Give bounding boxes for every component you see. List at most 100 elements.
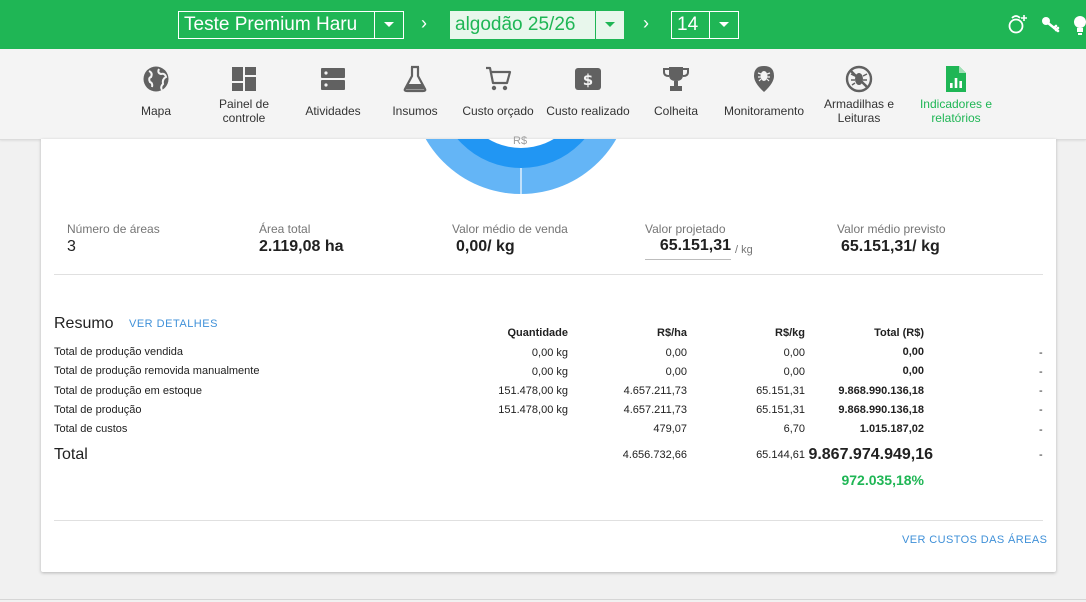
page-bottom-border (0, 599, 1086, 600)
nav-item-atividades[interactable]: Atividades (298, 49, 368, 139)
ver-custos-das-areas-link[interactable]: VER CUSTOS DAS ÁREAS (902, 534, 1047, 546)
total-dash: - (1039, 449, 1043, 461)
cell-dash: - (1039, 385, 1043, 397)
nav-item-painel-de-controle[interactable]: Painel de controle (205, 49, 283, 139)
cell-rs-ha: 4.657.211,73 (623, 404, 687, 416)
cell-total: 1.015.187,02 (859, 423, 924, 435)
key-icon[interactable] (1040, 13, 1062, 40)
donut-chart (425, 139, 617, 194)
top-bar: Teste Premium Haru › algodão 25/26 › 14 (0, 0, 1086, 49)
svg-text:$: $ (583, 71, 593, 89)
flask-icon (402, 63, 428, 95)
valor-medio-previsto-label: Valor médio previsto (837, 222, 946, 236)
valor-projetado-label: Valor projetado (645, 222, 726, 236)
cell-quantidade: 0,00 kg (531, 347, 568, 359)
nav-item-mapa[interactable]: Mapa (126, 49, 186, 139)
donut-center-label: R$ (513, 135, 528, 147)
period-select-value: 14 (677, 14, 699, 35)
cell-dash: - (1039, 404, 1043, 416)
user-add-icon[interactable] (1007, 13, 1029, 40)
valor-projetado-unit: / kg (735, 244, 753, 256)
nav-item-armadilhas-e-leituras[interactable]: Armadilhas e Leituras (818, 49, 900, 139)
dashboard-icon (231, 63, 257, 95)
main-nav: Mapa Painel de controle Atividades Insum… (0, 49, 1086, 140)
row-label: Total de produção vendida (54, 346, 184, 358)
report-icon (944, 63, 968, 95)
period-select[interactable]: 14 (671, 11, 739, 39)
cell-rs-kg: 65.151,31 (756, 404, 805, 416)
chevron-down-icon[interactable] (709, 12, 738, 38)
valor-projetado-value: 65.151,31 (659, 237, 731, 254)
column-header-total: Total (R$) (874, 327, 924, 339)
chevron-down-icon[interactable] (595, 11, 624, 39)
cell-dash: - (1039, 366, 1043, 378)
farm-select[interactable]: Teste Premium Haru (178, 11, 404, 39)
breadcrumb-separator: › (643, 13, 649, 33)
column-header-rs-kg: R$/kg (775, 327, 805, 339)
globe-icon (142, 63, 170, 95)
resumo-title: Resumo (54, 315, 114, 332)
cell-rs-kg: 0,00 (783, 366, 805, 378)
pin-bug-icon (752, 63, 776, 95)
nav-item-label: Custo realizado (546, 104, 630, 118)
total-rs-ha: 4.656.732,66 (622, 449, 687, 461)
column-header-quantidade: Quantidade (507, 327, 568, 339)
stats-divider (54, 274, 1043, 275)
valor-projetado-input[interactable]: 65.151,31 (645, 237, 731, 260)
total-label: Total (54, 446, 88, 463)
cell-rs-ha: 479,07 (653, 423, 687, 435)
row-label: Total de custos (54, 423, 128, 435)
nav-item-label: Colheita (653, 104, 699, 118)
valor-medio-previsto-value: 65.151,31/ kg (841, 238, 940, 255)
lightbulb-icon[interactable] (1071, 13, 1086, 42)
cell-rs-kg: 0,00 (783, 347, 805, 359)
crop-select[interactable]: algodão 25/26 (450, 11, 624, 39)
resumo-divider (54, 520, 1043, 521)
total-percent: 972.035,18% (841, 472, 924, 488)
farm-select-value: Teste Premium Haru (184, 14, 358, 35)
ver-detalhes-link[interactable]: VER DETALHES (129, 318, 218, 330)
cell-total: 9.868.990.136,18 (838, 385, 924, 397)
cell-dash: - (1039, 347, 1043, 359)
nav-item-label: Indicadores e relatórios (919, 97, 993, 125)
nav-item-label: Monitoramento (723, 104, 805, 118)
server-icon (320, 63, 346, 95)
cell-quantidade: 0,00 kg (531, 366, 568, 378)
row-label: Total de produção removida manualmente (54, 365, 260, 377)
num-areas-value: 3 (67, 238, 76, 255)
nav-item-label: Custo orçado (462, 104, 534, 118)
nav-item-insumos[interactable]: Insumos (385, 49, 445, 139)
cell-quantidade: 151.478,00 kg (498, 385, 568, 397)
cell-quantidade: 151.478,00 kg (498, 404, 568, 416)
nav-item-monitoramento[interactable]: Monitoramento (721, 49, 807, 139)
nav-item-custo-orcado[interactable]: Custo orçado (460, 49, 536, 139)
column-header-rs-ha: R$/ha (657, 327, 687, 339)
row-label: Total de produção em estoque (54, 385, 202, 397)
report-card: R$ Número de áreas 3 Área total 2.119,08… (41, 135, 1056, 572)
nav-item-indicadores-e-relatorios[interactable]: Indicadores e relatórios (915, 49, 997, 139)
nav-item-label: Insumos (392, 104, 438, 118)
total-value: 9.867.974.949,16 (808, 446, 933, 463)
cell-dash: - (1039, 424, 1043, 436)
nav-item-custo-realizado[interactable]: $ Custo realizado (543, 49, 633, 139)
cell-rs-ha: 4.657.211,73 (623, 385, 687, 397)
no-bug-icon (845, 63, 873, 95)
row-label: Total de produção (54, 404, 142, 416)
money-icon: $ (574, 63, 602, 95)
cell-rs-kg: 65.151,31 (756, 385, 805, 397)
nav-item-label: Atividades (305, 104, 361, 118)
area-total-label: Área total (259, 222, 311, 236)
nav-item-label: Armadilhas e Leituras (823, 97, 895, 125)
valor-medio-venda-label: Valor médio de venda (452, 222, 568, 236)
cell-total: 0,00 (902, 346, 924, 358)
chevron-down-icon[interactable] (374, 12, 403, 38)
num-areas-label: Número de áreas (67, 222, 160, 236)
cell-total: 9.868.990.136,18 (838, 404, 924, 416)
crop-select-value: algodão 25/26 (455, 14, 576, 35)
cart-icon (484, 63, 512, 95)
cell-rs-ha: 0,00 (665, 366, 687, 378)
nav-item-label: Painel de controle (218, 97, 270, 125)
nav-item-colheita[interactable]: Colheita (646, 49, 706, 139)
cell-total: 0,00 (902, 365, 924, 377)
cell-rs-kg: 6,70 (783, 423, 805, 435)
